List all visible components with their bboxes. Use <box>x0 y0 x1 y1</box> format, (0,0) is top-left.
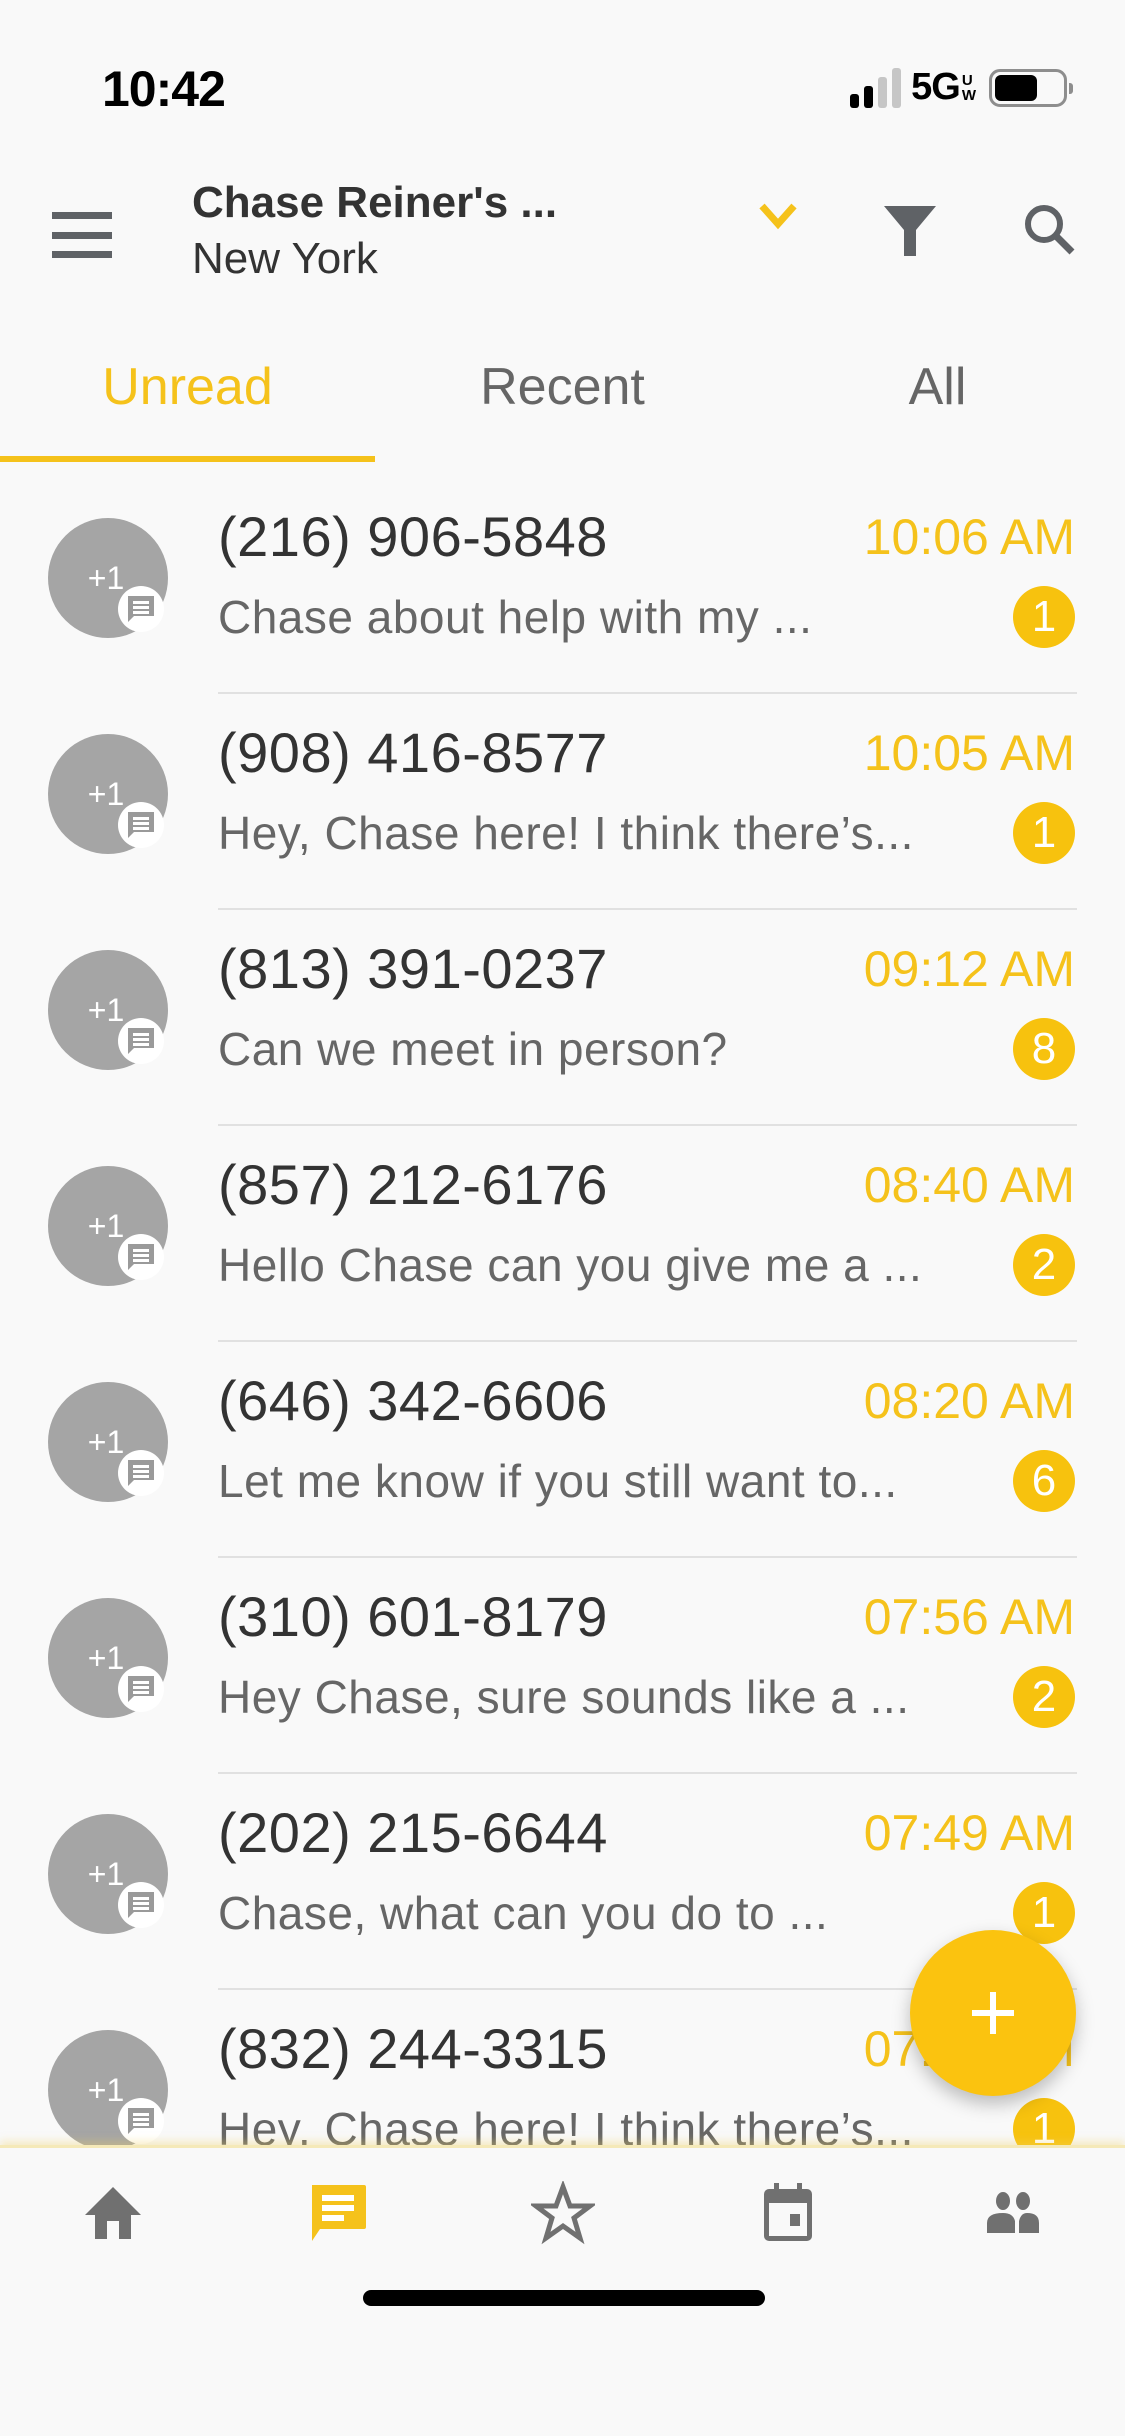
message-time: 07:49 AM <box>863 1805 1075 1861</box>
sms-badge-icon <box>118 1450 164 1496</box>
sms-badge-icon <box>118 1882 164 1928</box>
sms-badge-icon <box>118 1018 164 1064</box>
conversation-row[interactable]: +1 (310) 601-8179 07:56 AM Hey Chase, su… <box>0 1558 1125 1774</box>
star-icon <box>530 2181 595 2245</box>
conversation-row[interactable]: +1 (857) 212-6176 08:40 AM Hello Chase c… <box>0 1126 1125 1342</box>
hamburger-menu-icon[interactable] <box>52 212 112 258</box>
chevron-down-icon[interactable] <box>756 196 800 236</box>
tab-unread[interactable]: Unread <box>0 320 375 462</box>
network-type: 5G U W <box>911 66 976 109</box>
sms-badge-icon <box>118 2098 164 2144</box>
network-suffix: U W <box>961 71 976 104</box>
app-header: Chase Reiner's ... New York <box>0 160 1125 320</box>
contact-phone: (202) 215-6644 <box>218 1801 608 1864</box>
message-preview: Hey, Chase here! I think there’s... <box>218 807 914 859</box>
message-preview: Hey Chase, sure sounds like a ... <box>218 1671 910 1723</box>
nav-messages[interactable] <box>225 2181 450 2245</box>
tab-all[interactable]: All <box>750 320 1125 462</box>
calendar-icon <box>763 2183 812 2241</box>
contact-phone: (857) 212-6176 <box>218 1153 608 1216</box>
conversation-row[interactable]: +1 (813) 391-0237 09:12 AM Can we meet i… <box>0 910 1125 1126</box>
account-selector[interactable]: Chase Reiner's ... New York <box>192 178 557 284</box>
message-time: 10:05 AM <box>863 725 1075 781</box>
network-label: 5G <box>911 66 961 108</box>
unread-count-badge: 2 <box>1013 1666 1075 1728</box>
message-preview: Chase, what can you do to ... <box>218 1887 829 1939</box>
tab-recent[interactable]: Recent <box>375 320 750 462</box>
home-icon <box>84 2187 141 2239</box>
network-suffix-top: U <box>961 71 973 89</box>
plus-icon <box>972 1992 1014 2034</box>
message-preview: Hello Chase can you give me a ... <box>218 1239 923 1291</box>
network-suffix-bottom: W <box>961 86 976 104</box>
contact-phone: (646) 342-6606 <box>218 1369 608 1432</box>
message-time: 09:12 AM <box>863 941 1075 997</box>
conversation-tabs: Unread Recent All <box>0 320 1125 462</box>
battery-icon <box>989 68 1073 107</box>
unread-count-badge: 8 <box>1013 1018 1075 1080</box>
search-icon[interactable] <box>1020 202 1080 262</box>
message-preview: Let me know if you still want to... <box>218 1455 898 1507</box>
nav-calendar[interactable] <box>675 2181 900 2245</box>
contact-phone: (216) 906-5848 <box>218 505 608 568</box>
account-title: Chase Reiner's ... <box>192 178 558 227</box>
message-preview: Can we meet in person? <box>218 1023 728 1075</box>
conversation-row[interactable]: +1 (646) 342-6606 08:20 AM Let me know i… <box>0 1342 1125 1558</box>
message-time: 10:06 AM <box>863 509 1075 565</box>
message-preview: Hey, Chase here! I think there’s... <box>218 2103 914 2145</box>
unread-count-badge: 1 <box>1013 586 1075 648</box>
conversation-row[interactable]: +1 (216) 906-5848 10:06 AM Chase about h… <box>0 478 1125 694</box>
message-time: 07:56 AM <box>863 1589 1075 1645</box>
conversation-row[interactable]: +1 (908) 416-8577 10:05 AM Hey, Chase he… <box>0 694 1125 910</box>
nav-favorites[interactable] <box>450 2181 675 2245</box>
bottom-navigation <box>0 2145 1125 2436</box>
sms-badge-icon <box>118 1234 164 1280</box>
avatar-initials: +1 <box>87 1639 125 1676</box>
unread-count-badge: 1 <box>1013 802 1075 864</box>
contact-phone: (310) 601-8179 <box>218 1585 608 1648</box>
avatar-initials: +1 <box>87 775 125 812</box>
message-preview: Chase about help with my ... <box>218 591 813 643</box>
contact-phone: (832) 244-3315 <box>218 2017 608 2080</box>
nav-contacts[interactable] <box>900 2181 1125 2245</box>
home-indicator[interactable] <box>363 2290 765 2306</box>
avatar-initials: +1 <box>87 2071 125 2108</box>
signal-icon <box>850 67 902 108</box>
unread-count-badge: 6 <box>1013 1450 1075 1512</box>
contact-phone: (813) 391-0237 <box>218 937 608 1000</box>
unread-count-badge: 1 <box>1013 2098 1075 2145</box>
unread-count-badge: 2 <box>1013 1234 1075 1296</box>
avatar-initials: +1 <box>87 991 125 1028</box>
conversation-list[interactable]: +1 (216) 906-5848 10:06 AM Chase about h… <box>0 478 1125 2145</box>
avatar-initials: +1 <box>87 1423 125 1460</box>
account-location: New York <box>192 234 378 283</box>
avatar-initials: +1 <box>87 1855 125 1892</box>
filter-icon[interactable] <box>880 200 940 260</box>
people-icon <box>986 2192 1039 2233</box>
sms-badge-icon <box>118 586 164 632</box>
status-time: 10:42 <box>102 61 226 117</box>
message-icon <box>311 2185 366 2241</box>
nav-home[interactable] <box>0 2181 225 2245</box>
contact-phone: (908) 416-8577 <box>218 721 608 784</box>
status-indicators: 5G U W <box>850 66 1073 109</box>
avatar-initials: +1 <box>87 559 125 596</box>
status-bar: 10:42 5G U W <box>0 0 1125 150</box>
message-time: 08:20 AM <box>863 1373 1075 1429</box>
sms-badge-icon <box>118 802 164 848</box>
avatar-initials: +1 <box>87 1207 125 1244</box>
new-message-button[interactable] <box>910 1930 1076 2096</box>
sms-badge-icon <box>118 1666 164 1712</box>
message-time: 08:40 AM <box>863 1157 1075 1213</box>
